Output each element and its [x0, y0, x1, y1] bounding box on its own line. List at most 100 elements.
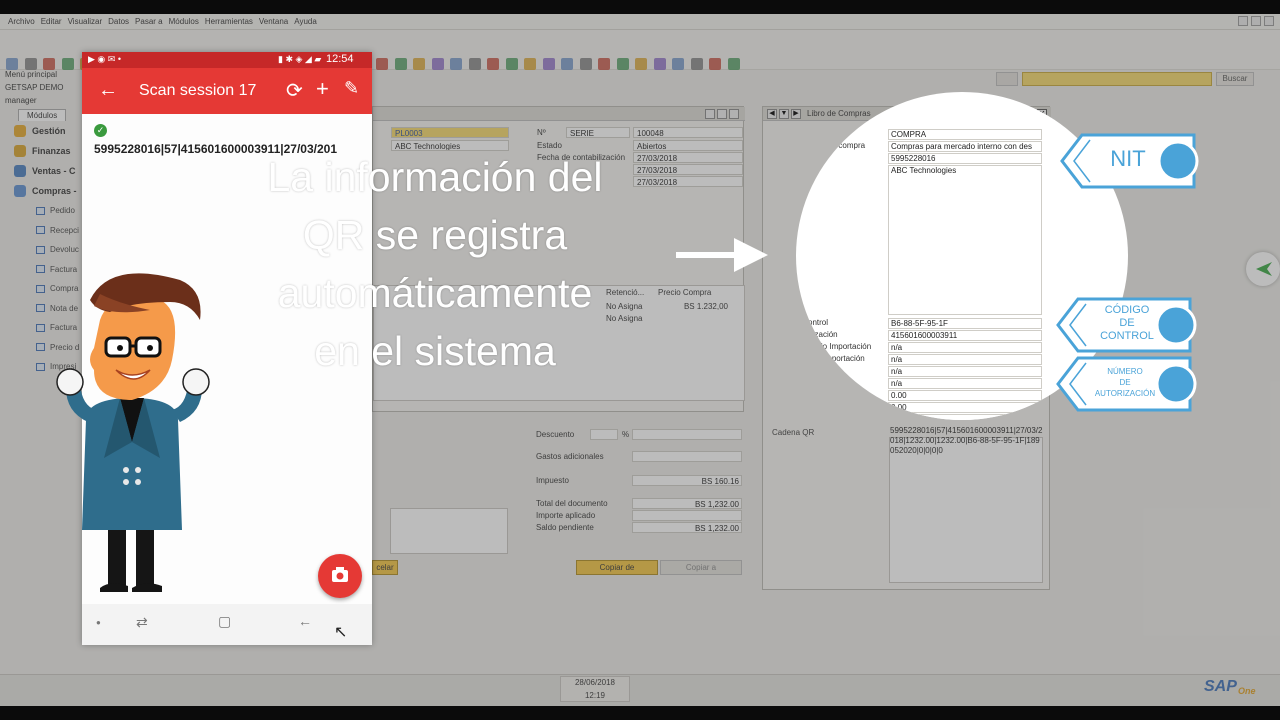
cell-price[interactable]: BS 1.232,00 [658, 302, 728, 311]
toolbar-icon[interactable] [376, 58, 388, 70]
toolbar-icon[interactable] [431, 58, 444, 70]
panel-field-value[interactable]: 0.00 [888, 402, 1042, 413]
refresh-icon[interactable]: ⟳ [286, 78, 303, 103]
nav-dot-icon[interactable]: ● [96, 618, 101, 627]
discount-field[interactable] [590, 429, 618, 440]
toolbar-icon[interactable] [727, 58, 740, 70]
panel-field-label: Cod Formulario Importación [796, 342, 872, 351]
recent-apps-icon[interactable]: ⇄ [136, 614, 148, 631]
minimize-icon[interactable] [1238, 16, 1248, 26]
menu-item[interactable]: Ventana [259, 17, 288, 26]
copy-to-button[interactable]: Copiar a [660, 560, 742, 575]
toolbar-icon[interactable] [690, 58, 703, 70]
panel-field-value[interactable]: COMPRA [888, 129, 1042, 140]
due-date-field[interactable]: 27/03/2018 [633, 164, 743, 175]
close-icon[interactable] [729, 109, 739, 119]
close-icon[interactable] [1264, 16, 1274, 26]
back-icon[interactable]: ← [298, 613, 312, 629]
toolbar-icon[interactable] [709, 58, 721, 70]
toolbar-icon[interactable] [672, 58, 684, 70]
toolbar-icon[interactable] [542, 58, 555, 70]
menu-item[interactable]: Visualizar [68, 17, 103, 26]
panel-field-value[interactable]: n/a [888, 378, 1042, 389]
column-header-price: Precio Compra [658, 288, 712, 297]
minimize-icon[interactable] [705, 109, 715, 119]
toolbar-icon[interactable] [468, 58, 481, 70]
copy-from-button[interactable]: Copiar de [576, 560, 658, 575]
module-item[interactable]: Ventas - C [0, 161, 90, 181]
restore-icon[interactable] [1251, 16, 1261, 26]
remarks-field[interactable] [390, 508, 508, 554]
maximize-icon[interactable] [717, 109, 727, 119]
panel-field-value[interactable]: 5995228016 [888, 153, 1042, 164]
module-label: Gestión [32, 126, 66, 136]
qr-string-field[interactable] [889, 437, 1043, 583]
add-icon[interactable]: + [316, 76, 329, 102]
module-icon [14, 165, 26, 177]
tab-modules[interactable]: Módulos [18, 109, 67, 121]
toolbar-icon[interactable] [653, 58, 666, 70]
series-select[interactable]: SERIE [566, 127, 630, 138]
panel-field-value[interactable]: n/a [888, 366, 1042, 377]
panel-field-label: Razón Social [796, 165, 820, 174]
menu-item[interactable]: Módulos [169, 17, 199, 26]
toolbar-icon[interactable] [579, 58, 592, 70]
toolbar-icon[interactable] [635, 58, 647, 70]
session-title: Scan session 17 [139, 82, 257, 99]
cancel-button[interactable]: celar [372, 560, 398, 575]
vendor-code-field[interactable]: PL0003 [391, 127, 509, 138]
toolbar-icon[interactable] [561, 58, 573, 70]
toolbar-icon[interactable] [413, 58, 425, 70]
panel-field-value[interactable]: 0.00 [888, 414, 1042, 420]
nav-back-icon[interactable]: ◀ [767, 109, 777, 119]
menu-item[interactable]: Archivo [8, 17, 35, 26]
search-button[interactable]: Buscar [1216, 72, 1254, 86]
toolbar-icon[interactable] [598, 58, 610, 70]
menu-item[interactable]: Editar [41, 17, 62, 26]
purchasing-menu-item[interactable]: Pedido [0, 201, 90, 221]
caption-text: La información del QR se registra automá… [230, 148, 640, 380]
applied-field [632, 510, 742, 521]
module-item[interactable]: Gestión [0, 121, 90, 141]
nit-tag-text: NIT [1110, 146, 1146, 171]
menu-item[interactable]: Herramientas [205, 17, 253, 26]
toolbar-icon[interactable] [394, 58, 407, 70]
toolbar-icon[interactable] [505, 58, 518, 70]
module-item[interactable]: Finanzas [0, 141, 90, 161]
toolbar-icon[interactable] [524, 58, 536, 70]
discount-amount-field[interactable] [632, 429, 742, 440]
panel-field-value[interactable]: 0.00 [888, 390, 1042, 401]
panel-field-value[interactable]: B6-88-5F-95-1F [888, 318, 1042, 329]
menu-item[interactable]: Datos [108, 17, 129, 26]
panel-field-label: Gravado a tasa cero [796, 414, 845, 420]
side-nav-button[interactable] [1246, 252, 1280, 286]
freight-field[interactable] [632, 451, 742, 462]
module-icon [14, 185, 26, 197]
purchasing-menu-item[interactable]: Recepci [0, 221, 90, 241]
toolbar-icon[interactable] [616, 58, 629, 70]
edit-icon[interactable]: ✎ [344, 78, 359, 99]
panel-field-value[interactable]: 415601600003911 [888, 330, 1042, 341]
module-item[interactable]: Compras - [0, 181, 90, 201]
nav-forward-icon[interactable]: ▶ [791, 109, 801, 119]
panel-field-value[interactable]: n/a [888, 354, 1042, 365]
panel-field-value[interactable]: n/a [888, 342, 1042, 353]
purchasing-menu-item[interactable]: Devoluc [0, 240, 90, 260]
menu-item[interactable]: Ayuda [294, 17, 317, 26]
home-square-icon[interactable]: ▢ [218, 613, 231, 630]
search-input[interactable] [1022, 72, 1212, 86]
document-date-field[interactable]: 27/03/2018 [633, 176, 743, 187]
docnum-field[interactable]: 100048 [633, 127, 743, 138]
business-name-field[interactable]: ABC Technologies [888, 165, 1042, 315]
module-label: Ventas - C [32, 166, 76, 176]
camera-button[interactable] [318, 554, 362, 598]
nav-down-icon[interactable]: ▼ [779, 109, 789, 119]
qr-label: Cadena QR [772, 428, 815, 437]
back-arrow-icon[interactable]: ← [98, 79, 118, 102]
menu-item[interactable]: Pasar a [135, 17, 163, 26]
toolbar-icon[interactable] [487, 58, 499, 70]
panel-field-value[interactable]: Compras para mercado interno con des [888, 141, 1042, 152]
posting-date-field[interactable]: 27/03/2018 [633, 152, 743, 163]
toolbar-icon[interactable] [450, 58, 462, 70]
search-type-icon[interactable] [996, 72, 1018, 86]
